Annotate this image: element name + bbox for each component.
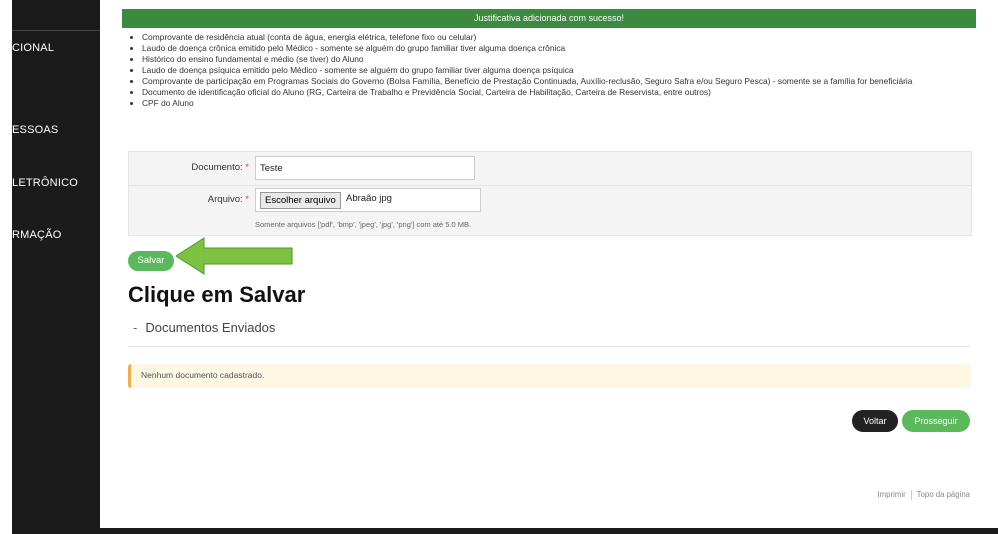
empty-documents-alert: Nenhum documento cadastrado. [128,364,971,388]
voltar-button[interactable]: Voltar [852,410,898,432]
footer-separator [910,490,912,500]
requirement-item: Histórico do ensino fundamental e médio … [142,54,992,65]
choose-file-button[interactable]: Escolher arquivo [260,192,341,209]
documento-label-text: Documento: [191,162,243,173]
footer-links: Imprimir Topo da página [845,490,970,500]
sidebar-item-1[interactable]: CIONAL [12,42,54,54]
bottom-bar [12,528,998,534]
back-to-top-link[interactable]: Topo da página [917,490,970,499]
documento-input[interactable]: Teste [255,156,475,180]
prosseguir-button[interactable]: Prosseguir [902,410,970,432]
requirement-item: Laudo de doença psíquica emitido pelo Mé… [142,65,992,76]
required-documents-list: Comprovante de residência atual (conta d… [132,32,992,109]
sidebar-item-3[interactable]: LETRÔNICO [12,177,78,189]
requirement-item: Laudo de doença crônica emitido pelo Méd… [142,43,992,54]
left-gutter [0,0,12,534]
collapse-toggle-icon[interactable]: - [133,320,137,335]
requirement-item: Comprovante de residência atual (conta d… [142,32,992,43]
empty-documents-message: Nenhum documento cadastrado. [141,370,265,380]
form-divider [129,185,971,186]
selected-filename: Abraão jpg [346,193,392,204]
arquivo-label: Arquivo: * [129,194,249,205]
sidebar-item-2[interactable]: ESSOAS [12,124,58,136]
arquivo-file-input[interactable]: Escolher arquivo Abraão jpg [255,188,481,212]
arquivo-label-text: Arquivo: [207,194,243,205]
documentos-enviados-heading[interactable]: - Documentos Enviados [133,320,275,335]
upload-form: Documento: * Teste Arquivo: * Escolher a… [128,151,972,236]
success-banner: Justificativa adicionada com sucesso! [122,9,976,28]
requirement-item: Comprovante de participação em Programas… [142,76,992,87]
required-mark: * [245,162,249,173]
sidebar-divider [12,30,100,31]
sidebar: CIONAL ESSOAS LETRÔNICO RMAÇÃO [12,0,100,534]
requirement-item: Documento de identificação oficial do Al… [142,87,992,98]
documentos-enviados-title: Documentos Enviados [145,320,276,335]
file-help-text: Somente arquivos ['pdf', 'bmp', 'jpeg', … [255,220,472,229]
documento-label: Documento: * [129,162,249,173]
salvar-button[interactable]: Salvar [128,251,174,271]
section-divider [128,346,970,347]
sidebar-item-4[interactable]: RMAÇÃO [12,229,61,241]
required-mark: * [245,194,249,205]
requirement-item: CPF do Aluno [142,98,992,109]
green-arrow-icon [176,237,293,275]
main-content: Justificativa adicionada com sucesso! Co… [100,0,998,528]
annotation-heading: Clique em Salvar [128,282,306,307]
print-link[interactable]: Imprimir [878,490,906,499]
